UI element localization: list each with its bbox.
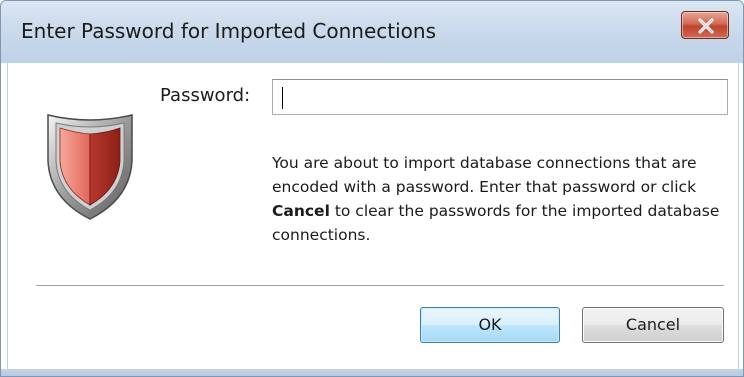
close-icon — [698, 18, 714, 34]
dialog-title: Enter Password for Imported Connections — [21, 19, 436, 43]
message-cancel-emphasis: Cancel — [272, 202, 330, 220]
message-text-1: You are about to import database connect… — [272, 154, 697, 196]
password-label: Password: — [160, 85, 251, 106]
text-caret — [282, 87, 283, 109]
window-bottom-border — [1, 369, 743, 376]
ok-button[interactable]: OK — [420, 307, 560, 343]
cancel-button[interactable]: Cancel — [582, 307, 724, 343]
separator-line — [36, 285, 724, 287]
password-input[interactable] — [272, 79, 728, 115]
instruction-message: You are about to import database connect… — [272, 151, 738, 247]
dialog-body: Password: You are about to import databa… — [7, 63, 739, 369]
password-dialog: Enter Password for Imported Connections — [0, 0, 744, 377]
close-button[interactable] — [681, 11, 729, 39]
message-text-2: to clear the passwords for the imported … — [272, 202, 720, 244]
security-shield-icon — [47, 114, 133, 220]
title-bar[interactable]: Enter Password for Imported Connections — [1, 1, 743, 63]
